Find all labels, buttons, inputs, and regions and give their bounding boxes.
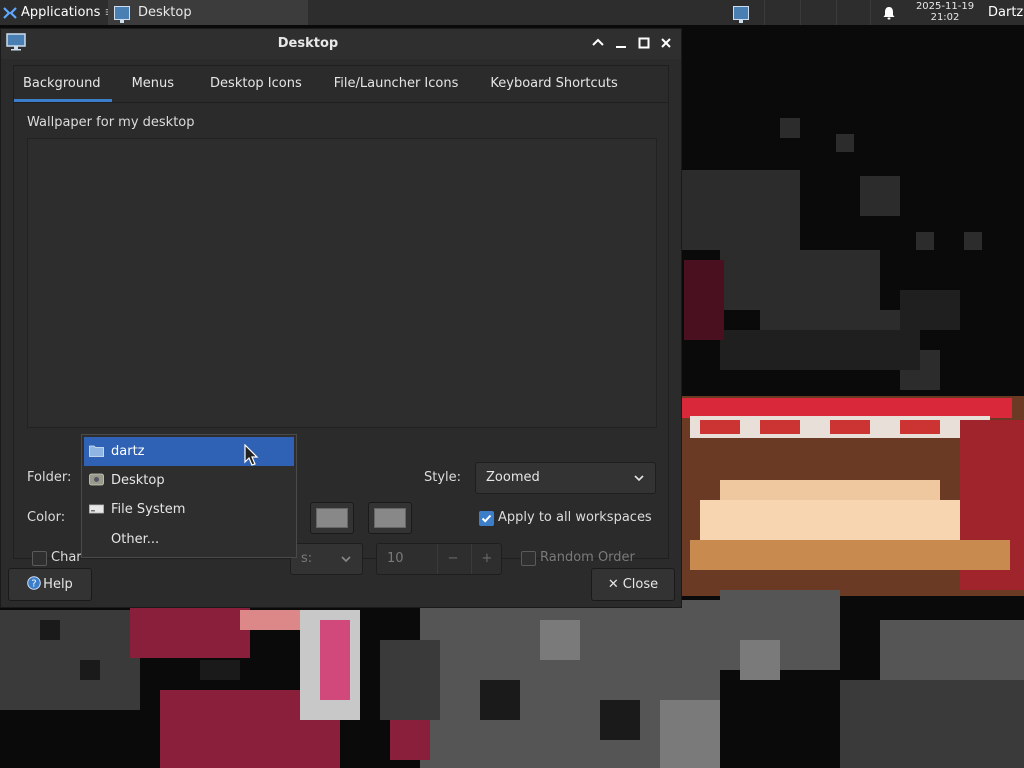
panel-separator <box>870 0 871 25</box>
color-label: Color: <box>27 510 66 525</box>
taskbar-button-desktop[interactable]: Desktop <box>108 0 308 25</box>
style-label: Style: <box>424 470 462 485</box>
apply-all-checkbox[interactable] <box>479 511 494 526</box>
panel-clock[interactable]: 2025-11-19 21:02 <box>908 1 982 23</box>
drive-icon <box>89 504 104 514</box>
primary-color-swatch <box>316 508 348 528</box>
mouse-cursor-icon <box>244 444 259 466</box>
display-settings-icon <box>114 5 130 23</box>
user-menu[interactable]: Dartz <box>988 0 1023 25</box>
secondary-color-button[interactable] <box>368 502 412 534</box>
applications-logo-icon <box>3 6 17 19</box>
top-panel: Applications ≡ Desktop 2025-11-19 21:02 … <box>0 0 1024 25</box>
display-settings-icon <box>733 5 749 23</box>
clock-time: 21:02 <box>930 12 960 23</box>
close-button[interactable]: ✕ Close <box>591 568 675 601</box>
interval-unit-select[interactable]: s: <box>290 543 363 575</box>
chevron-down-icon <box>341 556 351 563</box>
folder-option-file-system[interactable]: File System <box>84 495 294 524</box>
tab-file-launcher-icons[interactable]: File/Launcher Icons <box>318 66 475 102</box>
change-background-label: Char <box>51 550 82 565</box>
tab-keyboard-shortcuts[interactable]: Keyboard Shortcuts <box>474 66 633 102</box>
folder-dropdown-menu: dartz Desktop File System Other... <box>81 434 297 558</box>
shade-up-icon[interactable] <box>590 35 606 51</box>
style-select-value: Zoomed <box>486 470 540 485</box>
folder-label: Folder: <box>27 470 72 485</box>
folder-option-label: Other... <box>111 532 160 547</box>
close-button-label: Close <box>622 577 659 592</box>
minimize-icon[interactable] <box>613 35 629 51</box>
help-icon: ? <box>27 576 41 590</box>
decrement-icon[interactable]: − <box>437 544 468 574</box>
folder-option-dartz[interactable]: dartz <box>84 437 294 466</box>
help-button[interactable]: ? Help <box>8 568 92 601</box>
random-order-checkbox[interactable] <box>521 551 536 566</box>
applications-menu[interactable]: Applications ≡ <box>0 0 115 25</box>
secondary-color-swatch <box>374 508 406 528</box>
increment-icon[interactable]: + <box>471 544 502 574</box>
primary-color-button[interactable] <box>310 502 354 534</box>
interval-label-partial: s: <box>301 551 313 566</box>
help-button-label: Help <box>43 577 73 592</box>
taskbar-button-label: Desktop <box>138 5 192 20</box>
maximize-icon[interactable] <box>636 35 652 51</box>
tab-desktop-icons[interactable]: Desktop Icons <box>194 66 318 102</box>
interval-spinbutton[interactable]: 10 − + <box>376 543 502 575</box>
folder-option-label: File System <box>111 502 186 517</box>
wallpaper-heading: Wallpaper for my desktop <box>27 115 195 130</box>
desktop-folder-icon <box>89 473 104 486</box>
panel-separator <box>764 0 765 25</box>
svg-text:?: ? <box>32 579 37 590</box>
window-titlebar[interactable]: Desktop <box>1 29 681 59</box>
folder-option-desktop[interactable]: Desktop <box>84 466 294 495</box>
panel-separator <box>836 0 837 25</box>
panel-separator <box>800 0 801 25</box>
interval-value: 10 <box>387 551 404 566</box>
folder-icon <box>89 445 104 457</box>
wallpaper-preview-area[interactable] <box>27 138 657 428</box>
tab-bar: Background Menus Desktop Icons File/Laun… <box>14 66 668 103</box>
chevron-down-icon <box>634 475 644 482</box>
random-order-label: Random Order <box>540 550 635 565</box>
close-icon[interactable] <box>658 35 674 51</box>
window-title: Desktop <box>277 36 339 51</box>
applications-label: Applications <box>21 5 101 20</box>
checkmark-icon <box>481 514 492 523</box>
folder-option-other[interactable]: Other... <box>84 525 294 554</box>
bell-icon[interactable] <box>881 5 897 21</box>
tab-menus[interactable]: Menus <box>112 66 194 102</box>
change-background-checkbox[interactable] <box>32 551 47 566</box>
tray-display-settings[interactable] <box>730 0 752 25</box>
folder-option-label: dartz <box>111 444 145 459</box>
style-select[interactable]: Zoomed <box>475 462 656 494</box>
close-icon: ✕ <box>607 577 619 592</box>
apply-all-label: Apply to all workspaces <box>498 510 652 525</box>
folder-option-label: Desktop <box>111 473 165 488</box>
tab-background[interactable]: Background <box>14 66 112 102</box>
clock-date: 2025-11-19 <box>915 1 975 12</box>
